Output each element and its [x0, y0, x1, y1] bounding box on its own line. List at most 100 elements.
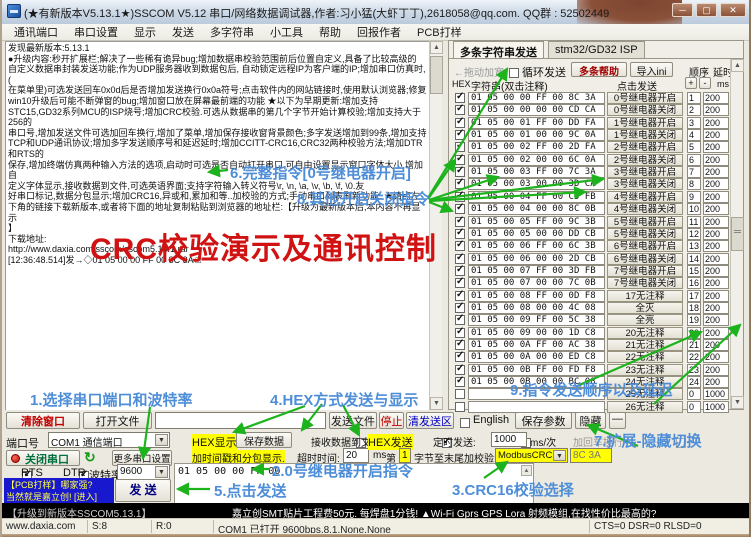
row-hex-input[interactable]: 01 05 00 05 00 00 DD CB — [468, 228, 605, 240]
row-hex-input[interactable]: 01 05 00 00 FF 00 8C 3A — [468, 92, 605, 104]
row-order-input[interactable]: 23 — [687, 364, 701, 376]
row-checkbox[interactable] — [455, 167, 465, 177]
row-hex-input[interactable]: 01 05 00 0A FF 00 AC 38 — [468, 339, 605, 351]
row-order-input[interactable]: 16 — [687, 277, 701, 289]
port-combobox[interactable]: COM1 通信端口 ▼ — [48, 432, 170, 448]
row-checkbox[interactable] — [455, 204, 465, 214]
row-order-input[interactable]: 20 — [687, 327, 701, 339]
scroll-thumb[interactable] — [731, 217, 744, 251]
row-send-button[interactable]: 7号继电器开启 — [607, 265, 683, 277]
chevron-down-icon[interactable]: ▼ — [553, 450, 566, 461]
row-send-button[interactable]: 20无注释 — [607, 327, 683, 339]
row-order-input[interactable]: 22 — [687, 351, 701, 363]
row-delay-input[interactable]: 200 — [703, 191, 729, 203]
row-hex-input[interactable]: 01 05 00 08 00 00 4C 08 — [468, 302, 605, 314]
row-order-input[interactable]: 3 — [687, 117, 701, 129]
row-checkbox[interactable] — [455, 241, 465, 251]
row-send-button[interactable]: 3号继电器开启 — [607, 166, 683, 178]
row-checkbox[interactable] — [455, 155, 465, 165]
row-order-input[interactable]: 18 — [687, 302, 701, 314]
row-order-input[interactable]: 0 — [687, 388, 701, 400]
row-checkbox[interactable] — [455, 192, 465, 202]
row-checkbox[interactable] — [455, 402, 465, 412]
row-order-input[interactable]: 10 — [687, 203, 701, 215]
clear-window-button[interactable]: 清除窗口 — [6, 412, 80, 429]
row-order-input[interactable]: 5 — [687, 141, 701, 153]
row-hex-input[interactable]: 01 05 00 08 FF 00 0D F8 — [468, 290, 605, 302]
row-order-input[interactable]: 1 — [687, 92, 701, 104]
row-delay-input[interactable]: 200 — [703, 351, 729, 363]
row-delay-input[interactable]: 200 — [703, 129, 729, 141]
row-order-input[interactable]: 9 — [687, 191, 701, 203]
scroll-up-icon[interactable]: ▲ — [430, 41, 443, 54]
menu-item[interactable]: 多字符串 — [202, 23, 262, 41]
ad-bar[interactable]: 【升级到新版本SSCOM5.13.1】 嘉立创SMT贴片工程费50元. 每焊盘1… — [2, 503, 751, 518]
row-checkbox[interactable] — [455, 142, 465, 152]
stop-button[interactable]: 停止 — [379, 412, 404, 429]
row-hex-input[interactable]: 01 05 00 04 00 00 8C 0B — [468, 203, 605, 215]
interval-input[interactable]: 1000 — [491, 432, 527, 447]
checksum-type-combobox[interactable]: ModbusCRC16 ▼ — [495, 448, 568, 463]
row-order-input[interactable]: 0 — [687, 401, 701, 413]
row-delay-input[interactable]: 200 — [703, 104, 729, 116]
scroll-down-icon[interactable]: ▼ — [731, 396, 744, 409]
row-delay-input[interactable]: 200 — [703, 154, 729, 166]
row-hex-input[interactable]: 01 05 00 01 00 00 9C 0A — [468, 129, 605, 141]
file-path-input[interactable] — [155, 412, 326, 429]
row-delay-input[interactable]: 200 — [703, 376, 729, 388]
row-order-input[interactable]: 21 — [687, 339, 701, 351]
row-order-input[interactable]: 24 — [687, 376, 701, 388]
row-send-button[interactable]: 全亮 — [607, 314, 683, 326]
minimize-button[interactable]: ─ — [672, 3, 693, 17]
row-send-button[interactable]: 1号继电器开启 — [607, 117, 683, 129]
scroll-down-icon[interactable]: ▼ — [430, 397, 443, 410]
row-order-input[interactable]: 8 — [687, 178, 701, 190]
tab-stm32-isp[interactable]: stm32/GD32 ISP — [548, 41, 645, 58]
row-checkbox[interactable] — [455, 315, 465, 325]
row-hex-input[interactable]: 01 05 00 09 FF 00 5C 38 — [468, 314, 605, 326]
row-hex-input[interactable] — [468, 401, 605, 413]
row-send-button[interactable]: 3号继电器关闭 — [607, 178, 683, 190]
menu-item[interactable]: 显示 — [126, 23, 164, 41]
row-order-input[interactable]: 6 — [687, 154, 701, 166]
maximize-button[interactable]: ▢ — [696, 3, 717, 17]
english-checkbox[interactable] — [460, 418, 470, 428]
row-order-input[interactable]: 12 — [687, 228, 701, 240]
row-checkbox[interactable] — [455, 93, 465, 103]
row-send-button[interactable]: 2号继电器关闭 — [607, 154, 683, 166]
row-checkbox[interactable] — [455, 254, 465, 264]
row-checkbox[interactable] — [455, 179, 465, 189]
scroll-up-icon[interactable]: ▲ — [731, 59, 744, 72]
row-order-input[interactable]: 14 — [687, 253, 701, 265]
row-checkbox[interactable] — [455, 229, 465, 239]
save-params-button[interactable]: 保存参数 — [515, 412, 572, 429]
row-delay-input[interactable]: 200 — [703, 302, 729, 314]
row-delay-input[interactable]: 200 — [703, 364, 729, 376]
row-delay-input[interactable]: 200 — [703, 339, 729, 351]
row-delay-input[interactable]: 200 — [703, 228, 729, 240]
save-data-button[interactable]: 保存数据 — [236, 432, 292, 448]
row-delay-input[interactable]: 200 — [703, 240, 729, 252]
row-delay-input[interactable]: 200 — [703, 178, 729, 190]
refresh-ports-icon[interactable]: ↻ — [84, 449, 96, 466]
menu-item[interactable]: PCB打样 — [409, 23, 470, 41]
row-send-button[interactable]: 4号继电器开启 — [607, 191, 683, 203]
row-order-input[interactable]: 7 — [687, 166, 701, 178]
row-delay-input[interactable]: 200 — [703, 166, 729, 178]
multi-send-scrollbar[interactable]: ▲ ▼ — [730, 59, 743, 409]
row-order-input[interactable]: 11 — [687, 216, 701, 228]
row-hex-input[interactable]: 01 05 00 02 00 00 6C 0A — [468, 154, 605, 166]
scroll-thumb[interactable] — [430, 56, 443, 94]
row-delay-input[interactable]: 200 — [703, 253, 729, 265]
row-checkbox[interactable] — [455, 130, 465, 140]
row-hex-input[interactable]: 01 05 00 07 FF 00 3D FB — [468, 265, 605, 277]
row-hex-input[interactable]: 01 05 00 06 FF 00 6C 3B — [468, 240, 605, 252]
baud-combobox[interactable]: 9600 ▼ — [117, 464, 170, 480]
row-delay-input[interactable]: 200 — [703, 117, 729, 129]
row-hex-input[interactable]: 01 05 00 04 FF 00 CD FB — [468, 191, 605, 203]
menu-item[interactable]: 发送 — [164, 23, 202, 41]
row-order-input[interactable]: 15 — [687, 265, 701, 277]
tab-multi-string-send[interactable]: 多条字符串发送 — [453, 41, 544, 58]
row-send-button[interactable]: 4号继电器关闭 — [607, 203, 683, 215]
chevron-down-icon[interactable]: ▼ — [155, 434, 168, 446]
